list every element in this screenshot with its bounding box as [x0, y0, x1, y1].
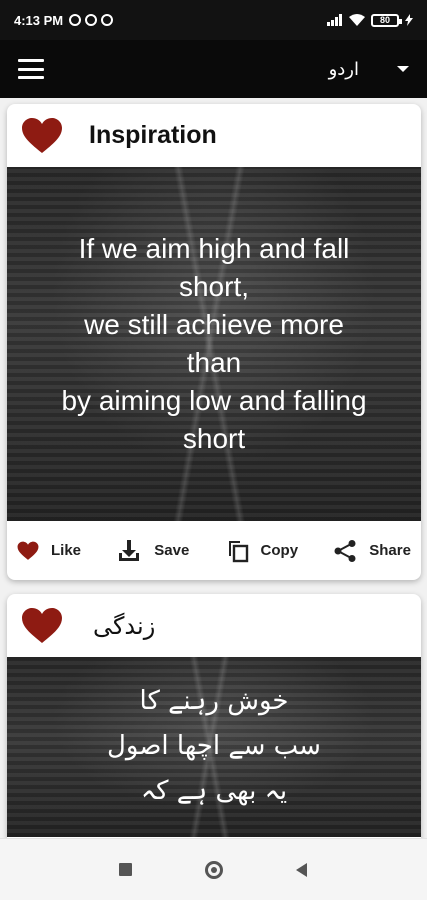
battery-icon: 80	[371, 13, 402, 27]
language-label: اردو	[328, 58, 359, 80]
back-triangle-icon	[296, 862, 307, 877]
card-header: زندگی	[7, 594, 421, 657]
download-icon	[119, 539, 140, 561]
quote-card: Inspiration If we aim high and fall shor…	[7, 104, 421, 580]
notification-icon	[69, 14, 82, 26]
like-label: Like	[51, 542, 82, 559]
square-icon	[119, 863, 132, 876]
share-label: Share	[369, 542, 411, 559]
language-selector[interactable]: اردو	[329, 59, 409, 80]
quote-image[interactable]: If we aim high and fall short, we still …	[7, 167, 421, 521]
quote-text: خوش رہنے کا سب سے اچھا اصول یہ بھی ہے کہ	[107, 686, 321, 806]
circle-icon	[204, 860, 223, 879]
share-icon	[334, 539, 356, 562]
share-button[interactable]: Share	[333, 539, 411, 563]
save-button[interactable]: Save	[116, 538, 189, 564]
copy-button[interactable]: Copy	[225, 539, 299, 563]
signal-icon	[327, 14, 342, 26]
copy-label: Copy	[260, 542, 299, 559]
notification-icon	[85, 14, 98, 26]
charging-icon	[405, 14, 413, 26]
menu-icon[interactable]	[18, 59, 44, 79]
quote-text: If we aim high and fall short, we still …	[61, 233, 367, 454]
system-nav-bar	[0, 838, 427, 900]
copy-icon	[228, 540, 248, 562]
status-time: 4:13 PM	[14, 12, 64, 28]
heart-icon[interactable]	[21, 117, 63, 154]
quote-image[interactable]: خوش رہنے کا سب سے اچھا اصول یہ بھی ہے کہ	[7, 657, 421, 837]
wifi-icon	[349, 14, 365, 26]
quote-feed[interactable]: Inspiration If we aim high and fall shor…	[0, 98, 427, 838]
notification-icon	[101, 14, 114, 26]
like-button[interactable]: Like	[17, 541, 81, 561]
card-title: Inspiration	[89, 121, 217, 149]
quote-card: زندگی خوش رہنے کا سب سے اچھا اصول یہ بھی…	[7, 594, 421, 838]
app-bar: اردو	[0, 40, 427, 98]
card-actions: Like Save Copy Share	[7, 521, 421, 580]
card-header: Inspiration	[7, 104, 421, 167]
battery-level: 80	[379, 15, 390, 25]
heart-icon[interactable]	[21, 607, 63, 644]
recent-apps-button[interactable]	[115, 859, 137, 881]
home-button[interactable]	[203, 859, 225, 881]
card-title: زندگی	[93, 611, 156, 640]
dropdown-icon	[397, 66, 409, 72]
save-label: Save	[154, 542, 190, 559]
status-bar: 4:13 PM 80	[0, 0, 427, 40]
back-button[interactable]	[291, 859, 313, 881]
heart-icon	[17, 541, 39, 560]
